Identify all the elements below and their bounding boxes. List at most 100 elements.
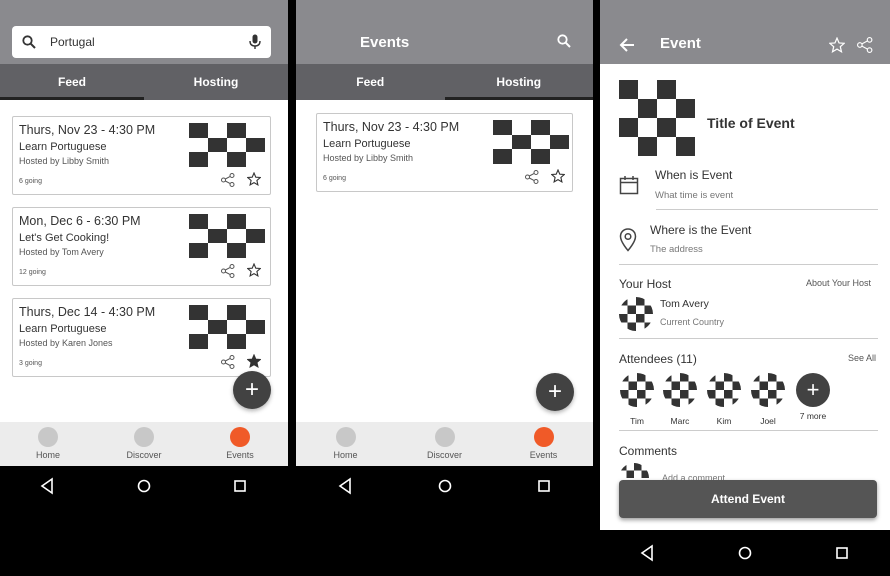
attendee-name: Tim	[630, 416, 644, 426]
nav-events[interactable]: Events	[504, 422, 584, 466]
attendee[interactable]: Tim	[619, 373, 655, 426]
comments-label: Comments	[619, 444, 678, 458]
event-detail-screen: Event Title of Event When is Event What …	[600, 0, 890, 530]
host-country: Current Country	[660, 317, 725, 327]
divider	[619, 430, 878, 431]
discover-icon	[134, 427, 154, 447]
event-card[interactable]: Thurs, Dec 14 - 4:30 PM Learn Portuguese…	[12, 298, 271, 377]
share-icon[interactable]	[221, 264, 235, 278]
back-nav-icon[interactable]	[638, 543, 658, 563]
tab-label: Hosting	[193, 75, 239, 89]
share-icon[interactable]	[525, 170, 539, 184]
back-arrow-icon[interactable]	[619, 38, 635, 52]
event-thumbnail	[189, 123, 265, 167]
star-outline-icon[interactable]	[551, 169, 565, 183]
event-title: Learn Portuguese	[323, 138, 411, 150]
tab-bar: Feed Hosting	[296, 64, 593, 100]
recents-nav-icon[interactable]	[230, 476, 250, 496]
attendee-name: Marc	[670, 416, 690, 426]
event-date: Thurs, Nov 23 - 4:30 PM	[19, 123, 156, 137]
nav-home[interactable]: Home	[306, 422, 386, 466]
event-image	[619, 80, 695, 156]
event-host: Hosted by Libby Smith	[323, 153, 414, 163]
host-avatar[interactable]	[619, 297, 653, 331]
share-icon[interactable]	[221, 355, 235, 369]
app-bar: Event	[600, 0, 890, 64]
share-icon[interactable]	[221, 173, 235, 187]
about-host-link[interactable]: About Your Host	[806, 278, 871, 288]
home-nav-icon[interactable]	[134, 476, 154, 496]
event-thumbnail	[493, 120, 569, 164]
location-pin-icon	[619, 228, 637, 252]
tab-feed[interactable]: Feed	[0, 64, 144, 100]
where-subtitle: The address	[650, 244, 703, 255]
share-icon[interactable]	[857, 37, 873, 53]
nav-discover[interactable]: Discover	[405, 422, 485, 466]
event-going: 6 going	[323, 175, 346, 182]
recents-nav-icon[interactable]	[534, 476, 554, 496]
more-attendees-label: 7 more	[799, 411, 827, 421]
nav-label: Events	[226, 450, 254, 460]
event-card[interactable]: Thurs, Nov 23 - 4:30 PM Learn Portuguese…	[12, 116, 271, 195]
event-card[interactable]: Mon, Dec 6 - 6:30 PM Let's Get Cooking! …	[12, 207, 271, 286]
see-all-link[interactable]: See All	[848, 353, 876, 363]
attend-event-button[interactable]: Attend Event	[619, 480, 877, 518]
events-icon	[533, 427, 554, 447]
mic-icon[interactable]	[249, 34, 261, 50]
event-host: Hosted by Tom Avery	[19, 247, 104, 257]
back-nav-icon[interactable]	[38, 476, 58, 496]
nav-home[interactable]: Home	[8, 422, 88, 466]
feed-screen: Portugal Feed Hosting Thurs, Nov 23 - 4:…	[0, 0, 288, 466]
event-going: 12 going	[19, 269, 46, 276]
nav-label: Discover	[426, 450, 462, 460]
host-label: Your Host	[619, 277, 672, 291]
attendee[interactable]: Joel	[750, 373, 786, 426]
tab-label: Feed	[356, 75, 385, 89]
events-icon	[230, 427, 250, 447]
divider	[656, 209, 878, 210]
attendee-avatar	[663, 373, 697, 407]
attend-label: Attend Event	[710, 492, 785, 506]
more-attendees-button[interactable]: + 7 more	[794, 373, 832, 421]
divider	[619, 264, 878, 265]
plus-icon: +	[244, 376, 259, 403]
star-outline-icon[interactable]	[247, 263, 261, 277]
nav-events[interactable]: Events	[200, 422, 280, 466]
attendee[interactable]: Marc	[662, 373, 698, 426]
star-outline-icon[interactable]	[829, 37, 845, 53]
star-outline-icon[interactable]	[247, 172, 261, 186]
page-title: Events	[360, 34, 410, 51]
nav-discover[interactable]: Discover	[104, 422, 184, 466]
attendee-avatar	[707, 373, 741, 407]
tab-label: Feed	[57, 75, 86, 89]
star-filled-icon[interactable]	[247, 354, 261, 368]
tab-hosting[interactable]: Hosting	[144, 64, 288, 100]
home-icon	[335, 427, 356, 447]
event-going: 3 going	[19, 360, 42, 367]
search-input[interactable]: Portugal	[50, 35, 249, 49]
app-bar: Events	[296, 0, 593, 64]
search-icon[interactable]	[557, 34, 571, 48]
tab-hosting[interactable]: Hosting	[444, 64, 594, 100]
home-nav-icon[interactable]	[735, 543, 755, 563]
recents-nav-icon[interactable]	[832, 543, 852, 563]
divider	[619, 338, 878, 339]
event-date: Thurs, Dec 14 - 4:30 PM	[19, 305, 156, 319]
attendees-label: Attendees (11)	[619, 352, 697, 366]
when-subtitle: What time is event	[655, 190, 734, 201]
tab-feed[interactable]: Feed	[296, 64, 445, 100]
search-icon[interactable]	[22, 35, 36, 49]
back-nav-icon[interactable]	[336, 476, 356, 496]
event-thumbnail	[189, 305, 265, 349]
add-event-button[interactable]: +	[536, 373, 574, 411]
add-event-button[interactable]: +	[233, 371, 271, 409]
attendee-name: Joel	[760, 416, 776, 426]
when-title: When is Event	[655, 168, 733, 182]
search-bar[interactable]: Portugal	[12, 26, 271, 58]
attendee[interactable]: Kim	[706, 373, 742, 426]
home-nav-icon[interactable]	[435, 476, 455, 496]
nav-label: Home	[333, 450, 358, 460]
event-title: Let's Get Cooking!	[19, 232, 110, 244]
event-title: Learn Portuguese	[19, 141, 107, 153]
event-card[interactable]: Thurs, Nov 23 - 4:30 PM Learn Portuguese…	[316, 113, 573, 192]
